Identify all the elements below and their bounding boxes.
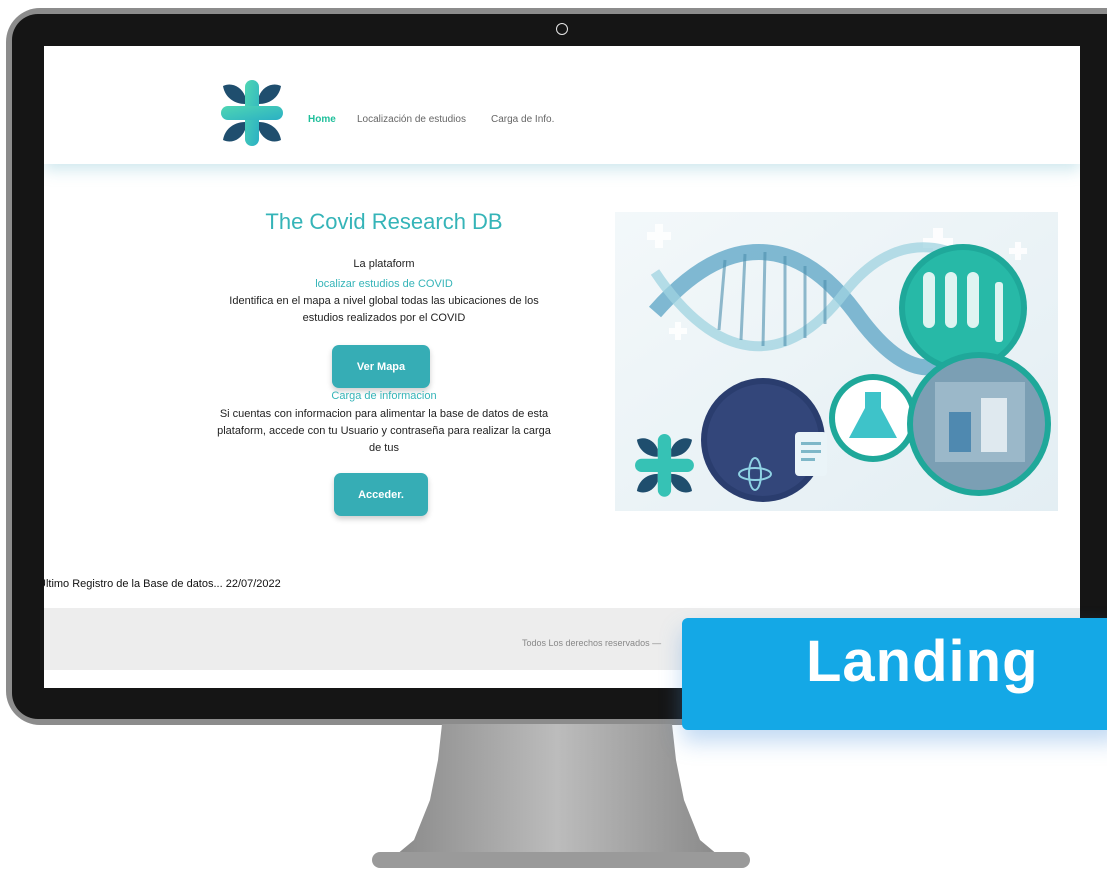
nav-localizacion[interactable]: Localización de estudios — [357, 114, 466, 125]
mockup-stage: Home Localización de estudios Carga de I… — [0, 0, 1107, 869]
section-title-localizar: localizar estudios de COVID — [315, 278, 453, 290]
banner-text: Landing — [806, 629, 1039, 694]
section-text-line5: de tus — [369, 442, 399, 454]
footer-text: Todos Los derechos reservados — — [522, 638, 662, 648]
section-text-line2: estudios realizados por el COVID — [302, 312, 466, 324]
hero-illustration — [615, 212, 1058, 511]
ver-mapa-button[interactable]: Ver Mapa — [332, 345, 430, 388]
navbar: Home Localización de estudios Carga de I… — [44, 46, 1080, 164]
nav-home[interactable]: Home — [308, 114, 336, 125]
last-record-text: Ultimo Registro de la Base de datos... 2… — [44, 578, 281, 590]
section-text-line4: plataform, accede con tu Usuario y contr… — [217, 425, 551, 437]
intro-text: La plataform — [353, 258, 415, 270]
dna-lab-illustration — [615, 212, 1058, 511]
acceder-button[interactable]: Acceder. — [334, 473, 428, 516]
section-text-line3: Si cuentas con informacion para alimenta… — [219, 408, 549, 420]
screen: Home Localización de estudios Carga de I… — [44, 46, 1080, 688]
monitor-base — [372, 852, 750, 868]
section-title-carga: Carga de informacion — [331, 390, 437, 402]
page-title: The Covid Research DB — [265, 209, 503, 234]
plus-logo-icon[interactable] — [221, 80, 283, 146]
section-text-line1: Identifica en el mapa a nivel global tod… — [229, 295, 539, 307]
nav-carga-info[interactable]: Carga de Info. — [491, 114, 554, 125]
